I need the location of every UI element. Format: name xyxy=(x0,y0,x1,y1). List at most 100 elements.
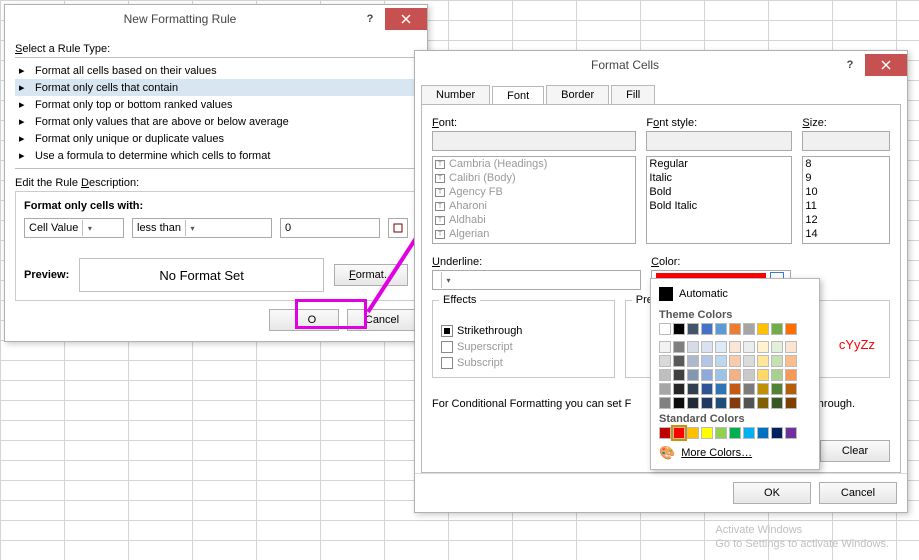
font-style-input[interactable] xyxy=(646,131,792,151)
color-swatch[interactable] xyxy=(701,383,713,395)
list-item[interactable]: 9 xyxy=(803,171,889,185)
color-swatch[interactable] xyxy=(729,427,741,439)
color-swatch[interactable] xyxy=(715,323,727,335)
color-swatch[interactable] xyxy=(729,369,741,381)
color-swatch[interactable] xyxy=(701,369,713,381)
color-swatch[interactable] xyxy=(673,323,685,335)
list-item[interactable]: 10 xyxy=(803,185,889,199)
color-swatch[interactable] xyxy=(785,341,797,353)
color-swatch[interactable] xyxy=(715,383,727,395)
strikethrough-checkbox[interactable]: Strikethrough xyxy=(441,325,606,337)
rule-type-item[interactable]: ▸Format only cells that contain xyxy=(15,79,417,96)
font-list[interactable]: TCambria (Headings) TCalibri (Body) TAge… xyxy=(432,156,636,244)
color-swatch[interactable] xyxy=(701,341,713,353)
cancel-button[interactable]: Cancel xyxy=(819,482,897,504)
color-swatch[interactable] xyxy=(715,369,727,381)
color-swatch[interactable] xyxy=(785,369,797,381)
list-item[interactable]: TAldhabi xyxy=(433,213,635,227)
color-swatch[interactable] xyxy=(757,323,769,335)
color-swatch[interactable] xyxy=(701,427,713,439)
color-swatch[interactable] xyxy=(743,383,755,395)
color-swatch[interactable] xyxy=(701,323,713,335)
color-swatch[interactable] xyxy=(659,369,671,381)
list-item[interactable]: Regular xyxy=(647,157,791,171)
underline-combo[interactable]: ▾ xyxy=(432,270,641,290)
color-swatch[interactable] xyxy=(659,341,671,353)
color-swatch[interactable] xyxy=(785,397,797,409)
color-swatch[interactable] xyxy=(673,427,685,439)
list-item[interactable]: 14 xyxy=(803,227,889,241)
color-swatch[interactable] xyxy=(729,323,741,335)
color-swatch[interactable] xyxy=(673,397,685,409)
rule-type-item[interactable]: ▸Format all cells based on their values xyxy=(15,62,417,79)
list-item[interactable]: TCalibri (Body) xyxy=(433,171,635,185)
tab-border[interactable]: Border xyxy=(546,85,609,104)
color-swatch[interactable] xyxy=(687,355,699,367)
color-swatch[interactable] xyxy=(729,355,741,367)
color-swatch[interactable] xyxy=(785,383,797,395)
color-swatch[interactable] xyxy=(729,341,741,353)
color-swatch[interactable] xyxy=(757,397,769,409)
color-swatch[interactable] xyxy=(785,355,797,367)
automatic-item[interactable]: Automatic xyxy=(659,285,811,305)
color-swatch[interactable] xyxy=(659,427,671,439)
color-swatch[interactable] xyxy=(729,383,741,395)
color-swatch[interactable] xyxy=(771,383,783,395)
color-swatch[interactable] xyxy=(659,323,671,335)
color-swatch[interactable] xyxy=(771,369,783,381)
color-swatch[interactable] xyxy=(785,323,797,335)
format-button[interactable]: Format... xyxy=(334,264,408,286)
close-button[interactable] xyxy=(385,8,427,30)
more-colors-item[interactable]: 🎨 More Colors… xyxy=(659,445,811,461)
operator-combo[interactable]: less than▾ xyxy=(132,218,272,238)
color-swatch[interactable] xyxy=(659,355,671,367)
font-input[interactable] xyxy=(432,131,636,151)
font-style-list[interactable]: Regular Italic Bold Bold Italic xyxy=(646,156,792,244)
color-swatch[interactable] xyxy=(687,397,699,409)
list-item[interactable]: 11 xyxy=(803,199,889,213)
color-swatch[interactable] xyxy=(673,355,685,367)
tab-number[interactable]: Number xyxy=(421,85,490,104)
list-item[interactable]: TAgency FB xyxy=(433,185,635,199)
list-item[interactable]: Bold xyxy=(647,185,791,199)
color-swatch[interactable] xyxy=(715,427,727,439)
color-swatch[interactable] xyxy=(771,341,783,353)
color-swatch[interactable] xyxy=(687,369,699,381)
color-swatch[interactable] xyxy=(757,369,769,381)
color-swatch[interactable] xyxy=(729,397,741,409)
color-swatch[interactable] xyxy=(715,355,727,367)
rule-type-list[interactable]: ▸Format all cells based on their values … xyxy=(15,62,417,164)
color-swatch[interactable] xyxy=(785,427,797,439)
list-item[interactable]: 8 xyxy=(803,157,889,171)
list-item[interactable]: TAharoni xyxy=(433,199,635,213)
color-swatch[interactable] xyxy=(757,427,769,439)
color-swatch[interactable] xyxy=(687,383,699,395)
range-picker-button[interactable] xyxy=(388,218,408,238)
color-swatch[interactable] xyxy=(687,323,699,335)
tab-fill[interactable]: Fill xyxy=(611,85,655,104)
color-swatch[interactable] xyxy=(757,383,769,395)
color-swatch[interactable] xyxy=(743,341,755,353)
rule-type-item[interactable]: ▸Format only values that are above or be… xyxy=(15,113,417,130)
color-swatch[interactable] xyxy=(701,397,713,409)
criteria-type-combo[interactable]: Cell Value▾ xyxy=(24,218,124,238)
color-swatch[interactable] xyxy=(659,397,671,409)
color-swatch[interactable] xyxy=(743,397,755,409)
color-swatch[interactable] xyxy=(743,323,755,335)
help-button[interactable]: ? xyxy=(835,54,865,76)
color-swatch[interactable] xyxy=(743,369,755,381)
color-swatch[interactable] xyxy=(771,397,783,409)
color-swatch[interactable] xyxy=(771,323,783,335)
color-swatch[interactable] xyxy=(771,355,783,367)
help-button[interactable]: ? xyxy=(355,8,385,30)
color-swatch[interactable] xyxy=(757,355,769,367)
list-item[interactable]: 12 xyxy=(803,213,889,227)
color-swatch[interactable] xyxy=(673,341,685,353)
color-swatch[interactable] xyxy=(715,341,727,353)
rule-type-item[interactable]: ▸Format only unique or duplicate values xyxy=(15,130,417,147)
rule-type-item[interactable]: ▸Format only top or bottom ranked values xyxy=(15,96,417,113)
list-item[interactable]: Italic xyxy=(647,171,791,185)
color-swatch[interactable] xyxy=(771,427,783,439)
value-input[interactable]: 0 xyxy=(280,218,380,238)
color-swatch[interactable] xyxy=(715,397,727,409)
